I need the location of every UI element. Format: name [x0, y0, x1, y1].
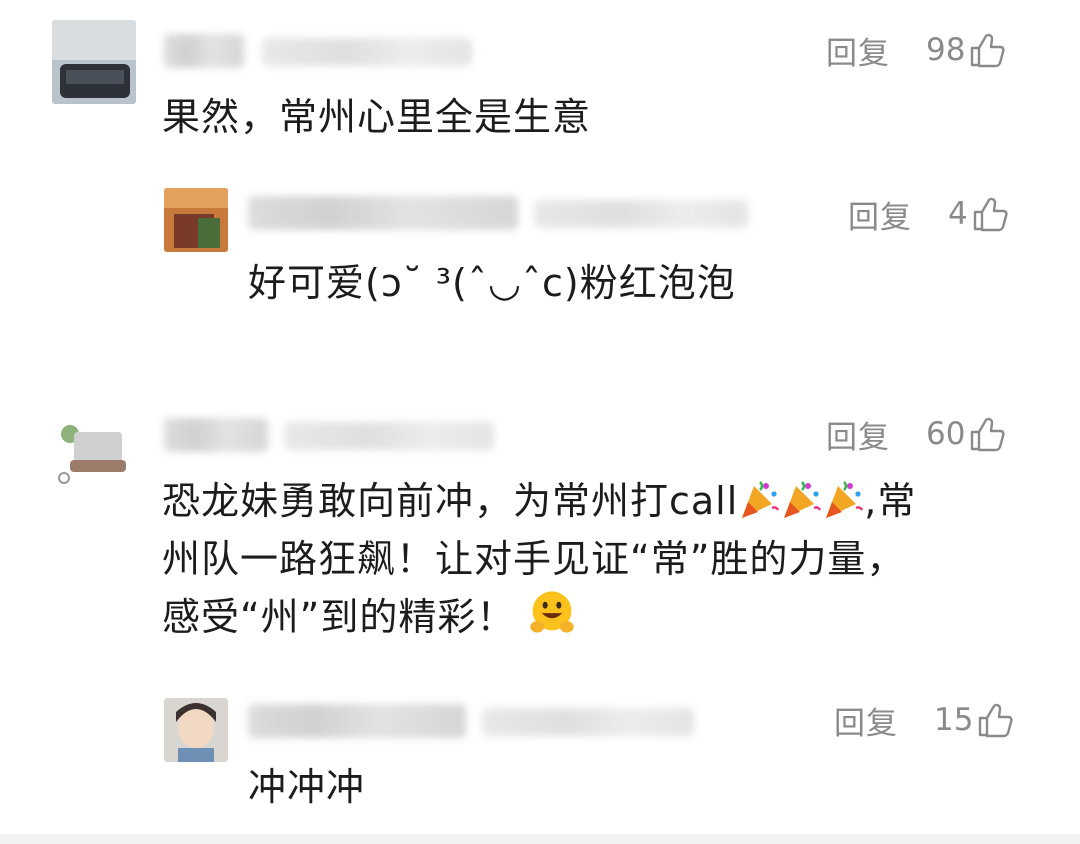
meta-redacted: [534, 200, 748, 228]
grinning-hands-emoji: [530, 591, 575, 633]
like-count: 60: [926, 416, 966, 452]
reply-1: 回复 4 好可爱(ɔ˘ ³(ˆ◡ˆc)粉红泡泡: [0, 170, 1080, 350]
comment-actions: 回复 98: [826, 28, 1006, 73]
comment-actions: 回复 60: [826, 412, 1006, 457]
comment-actions: 回复 15: [834, 698, 1014, 743]
comment-text: 冲冲冲: [248, 765, 366, 809]
username-redacted[interactable]: [164, 34, 244, 68]
reply-button[interactable]: 回复: [826, 412, 890, 457]
divider: [0, 834, 1080, 844]
comment-text: 好可爱(ɔ˘ ³(ˆ◡ˆc)粉红泡泡: [248, 261, 736, 305]
username-redacted[interactable]: [164, 418, 268, 452]
meta-redacted: [284, 422, 494, 450]
avatar[interactable]: [164, 188, 228, 252]
thumbs-up-icon[interactable]: [969, 416, 1006, 452]
avatar[interactable]: [164, 698, 228, 762]
comment-text: 恐龙妹勇敢向前冲，为常州打call ,常 州队一路狂飙！让对手见证“常”胜的力量，…: [162, 472, 916, 646]
avatar-image: [52, 408, 136, 492]
comment-text-segment: ,常: [864, 479, 917, 523]
meta-redacted: [482, 708, 694, 736]
meta-redacted: [262, 38, 472, 66]
reply-2: 回复 15 冲冲冲: [0, 680, 1080, 844]
username-redacted[interactable]: [248, 704, 466, 738]
comment-1: 回复 98 果然，常州心里全是生意: [0, 0, 1080, 170]
comment-2: 回复 60 恐龙妹勇敢向前冲，为常州打call ,常 州队一路狂飙！让对手见证“常…: [0, 400, 1080, 680]
party-popper-emoji: [742, 481, 780, 518]
comment-text-segment: 恐龙妹勇敢向前冲，为常州打call: [162, 479, 739, 523]
username-redacted[interactable]: [248, 196, 518, 230]
comment-text-line: 恐龙妹勇敢向前冲，为常州打call ,常: [162, 472, 916, 530]
party-popper-emoji: [826, 481, 864, 518]
reply-button[interactable]: 回复: [826, 28, 890, 73]
comment-text: 果然，常州心里全是生意: [162, 95, 592, 139]
avatar-image: [164, 188, 228, 252]
avatar[interactable]: [52, 408, 136, 492]
reply-button[interactable]: 回复: [848, 192, 912, 237]
avatar-image: [52, 20, 136, 104]
party-popper-emoji: [784, 481, 822, 518]
avatar[interactable]: [52, 20, 136, 104]
like-count: 15: [934, 702, 974, 738]
like-count: 4: [948, 196, 968, 232]
thumbs-up-icon[interactable]: [977, 702, 1014, 738]
thumbs-up-icon[interactable]: [972, 196, 1008, 232]
thumbs-up-icon[interactable]: [969, 32, 1006, 68]
avatar-image: [164, 698, 228, 762]
reply-button[interactable]: 回复: [834, 698, 898, 743]
like-count: 98: [926, 32, 966, 68]
comment-text-segment: 感受“州”到的精彩！: [162, 595, 516, 639]
comment-actions: 回复 4: [848, 192, 1008, 237]
comment-text-line: 感受“州”到的精彩！: [162, 588, 916, 646]
comment-text-line: 州队一路狂飙！让对手见证“常”胜的力量，: [162, 537, 906, 581]
